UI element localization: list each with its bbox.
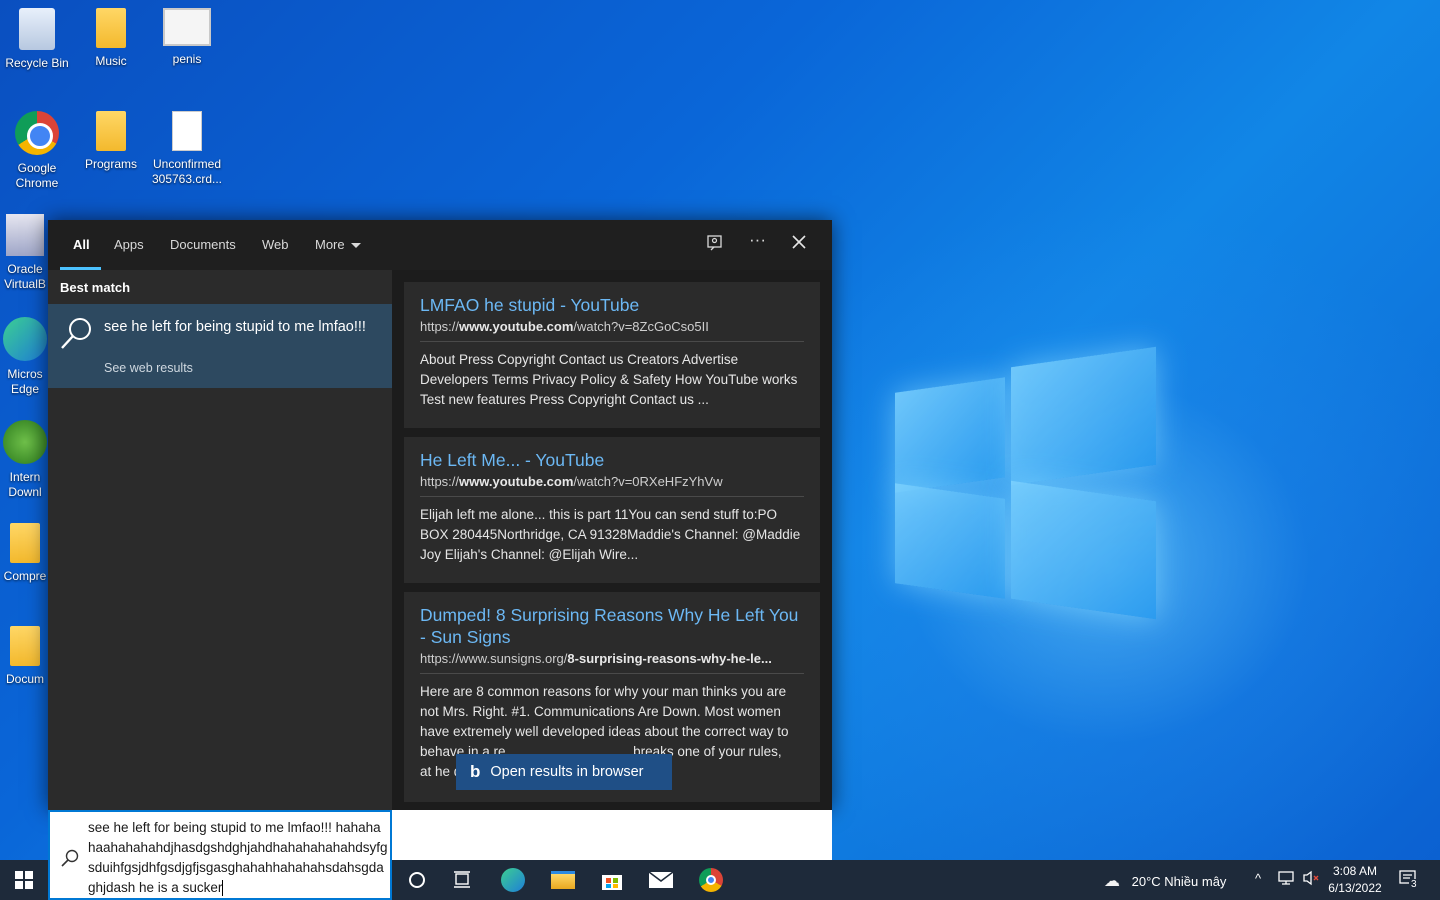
edge-icon <box>501 868 525 892</box>
taskbar-chrome[interactable] <box>688 860 734 900</box>
start-button[interactable] <box>0 860 48 900</box>
folder-icon <box>10 626 40 666</box>
windows-wallpaper-logo <box>895 345 1157 620</box>
desktop-icon-programs[interactable]: Programs <box>74 111 148 172</box>
chrome-icon <box>15 111 59 155</box>
chevron-up-icon[interactable]: ^ <box>1255 871 1261 886</box>
result-title[interactable]: Dumped! 8 Surprising Reasons Why He Left… <box>420 604 804 648</box>
file-icon <box>172 111 202 151</box>
chrome-icon <box>699 868 723 892</box>
desktop-icon-music[interactable]: Music <box>74 8 148 69</box>
tab-web[interactable]: Web <box>262 237 289 252</box>
weather-widget[interactable]: ☁ 20°C Nhiều mây <box>1104 871 1226 891</box>
search-input[interactable]: see he left for being stupid to me lmfao… <box>48 810 392 900</box>
search-query-text[interactable]: see he left for being stupid to me lmfao… <box>88 818 388 898</box>
desktop-icon-google-chrome[interactable]: Google Chrome <box>0 111 74 191</box>
best-match-item[interactable]: see he left for being stupid to me lmfao… <box>48 304 392 388</box>
cortana-icon <box>409 872 425 888</box>
best-match-heading: Best match <box>60 280 131 295</box>
task-view-button[interactable] <box>440 860 486 900</box>
action-center-button[interactable]: 3 <box>1398 869 1419 892</box>
folder-icon <box>96 111 126 151</box>
desktop-icon-penis[interactable]: penis <box>150 8 224 67</box>
text-caret <box>222 880 224 897</box>
tab-all[interactable]: All <box>73 237 90 252</box>
result-card[interactable]: He Left Me... - YouTube https://www.yout… <box>404 437 820 583</box>
bing-icon: b <box>470 762 481 781</box>
tab-apps[interactable]: Apps <box>114 237 144 252</box>
certificate-icon <box>163 8 211 46</box>
feedback-icon[interactable] <box>706 234 724 257</box>
desktop-icon-microsoft-edge[interactable]: Micros Edge <box>0 317 50 397</box>
result-description: Elijah left me alone... this is part 11Y… <box>420 507 801 562</box>
download-manager-icon <box>3 420 47 464</box>
more-options-icon[interactable]: ··· <box>749 230 766 250</box>
result-url: https://www.youtube.com/watch?v=8ZcGoCso… <box>420 319 804 342</box>
desktop-icon-recycle-bin[interactable]: Recycle Bin <box>0 8 74 71</box>
result-description: About Press Copyright Contact us Creator… <box>420 352 798 407</box>
result-url: https://www.youtube.com/watch?v=0RXeHFzY… <box>420 474 804 497</box>
cortana-button[interactable] <box>394 860 440 900</box>
taskbar-store[interactable] <box>589 860 635 900</box>
result-title[interactable]: He Left Me... - YouTube <box>420 449 804 471</box>
best-match-column: Best match see he left for being stupid … <box>48 270 392 810</box>
web-results-column: LMFAO he stupid - YouTube https://www.yo… <box>392 270 832 810</box>
tab-documents[interactable]: Documents <box>170 237 236 252</box>
folder-icon <box>10 523 40 563</box>
edge-icon <box>3 317 47 361</box>
close-icon[interactable] <box>791 234 807 255</box>
best-match-title: see he left for being stupid to me lmfao… <box>104 319 366 335</box>
taskbar-file-explorer[interactable] <box>540 860 586 900</box>
network-icon[interactable] <box>1278 870 1296 889</box>
folder-icon <box>96 8 126 48</box>
desktop-icon-internet-download-manager[interactable]: Intern Downl <box>0 420 50 500</box>
desktop-icon-compressed[interactable]: Compre <box>0 523 50 584</box>
taskbar-mail[interactable] <box>638 860 684 900</box>
file-explorer-icon <box>551 871 575 889</box>
virtualbox-icon <box>6 214 44 256</box>
desktop-icon-oracle-virtualbox[interactable]: Oracle VirtualB <box>0 214 50 292</box>
clock[interactable]: 3:08 AM 6/13/2022 <box>1328 863 1382 897</box>
search-icon <box>61 849 79 867</box>
notification-count-badge: 3 <box>1409 879 1419 890</box>
desktop-icon-unconfirmed[interactable]: Unconfirmed 305763.crd... <box>150 111 224 187</box>
best-match-subtitle: See web results <box>104 361 193 375</box>
chevron-down-icon <box>350 243 361 249</box>
result-url: https://www.sunsigns.org/8-surprising-re… <box>420 651 804 674</box>
search-icon <box>61 318 91 349</box>
search-tabs: All Apps Documents Web More ··· <box>48 220 832 270</box>
open-results-in-browser-button[interactable]: b Open results in browser <box>456 754 672 790</box>
search-panel: All Apps Documents Web More ··· Best mat… <box>48 220 832 810</box>
cloud-icon: ☁ <box>1104 873 1120 890</box>
tab-more[interactable]: More <box>315 237 361 252</box>
store-icon <box>602 875 622 890</box>
mail-icon <box>648 871 674 888</box>
result-title[interactable]: LMFAO he stupid - YouTube <box>420 294 804 316</box>
task-view-icon <box>454 871 470 888</box>
desktop-icon-documents[interactable]: Docum <box>0 626 50 687</box>
taskbar-edge[interactable] <box>490 860 536 900</box>
volume-muted-icon[interactable] <box>1302 870 1320 889</box>
panel-footer <box>392 810 832 860</box>
recycle-bin-icon <box>19 8 55 50</box>
windows-icon <box>15 871 33 889</box>
result-card[interactable]: LMFAO he stupid - YouTube https://www.yo… <box>404 282 820 428</box>
